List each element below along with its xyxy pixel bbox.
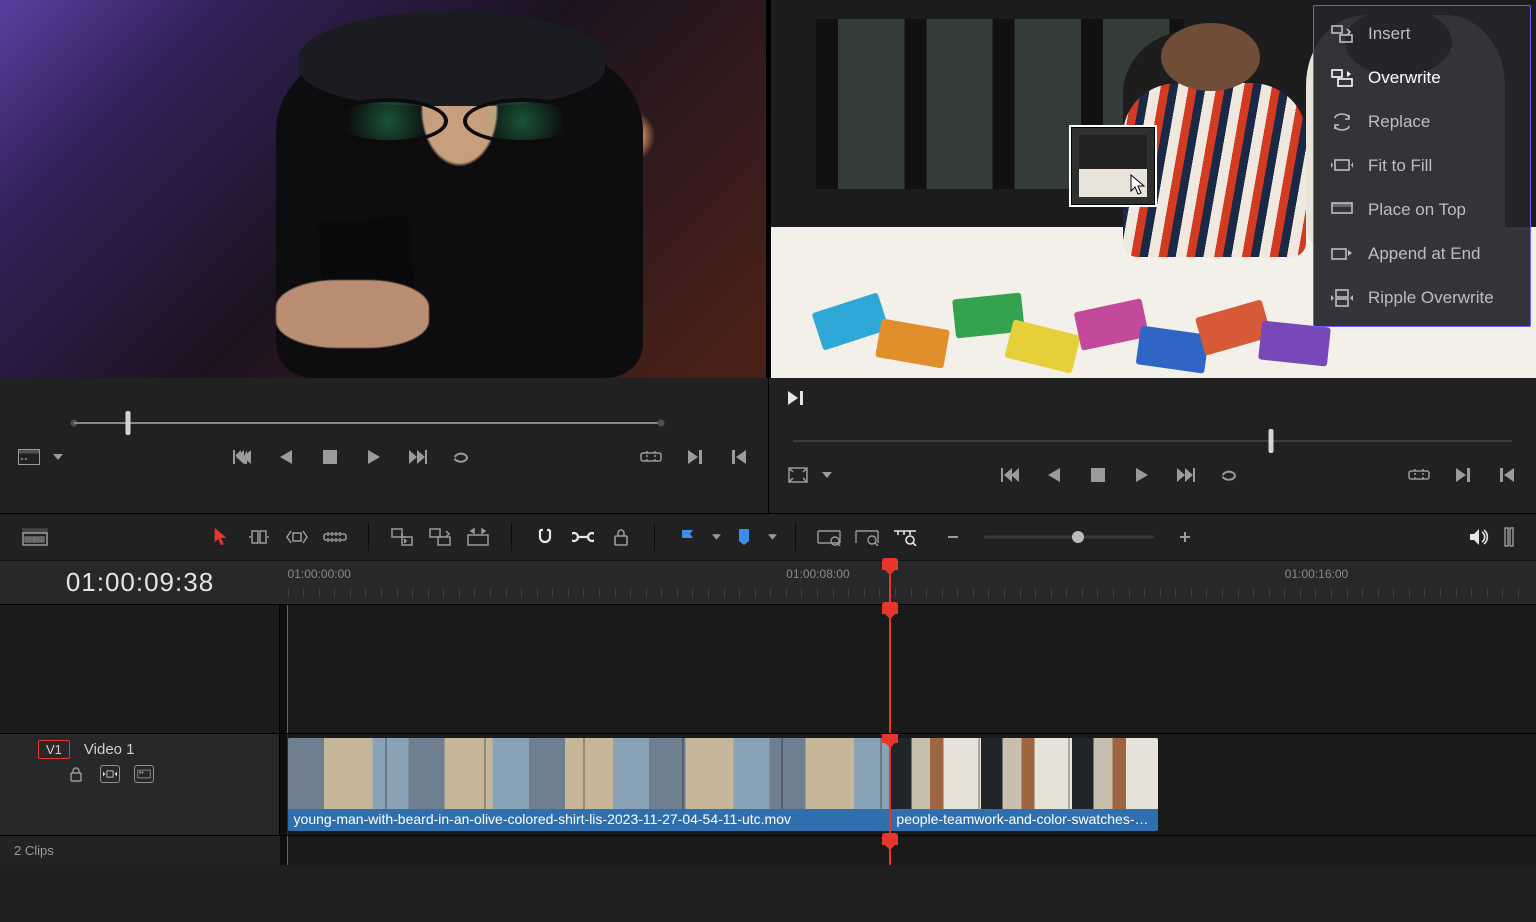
edit-menu-place-on-top[interactable]: Place on Top <box>1314 188 1530 232</box>
ripple-overwrite-icon <box>1330 288 1354 308</box>
source-viewer[interactable] <box>0 0 766 378</box>
match-frame-button[interactable] <box>1408 464 1430 486</box>
step-back-button[interactable] <box>1043 464 1065 486</box>
go-to-end-button[interactable] <box>785 387 807 409</box>
ruler-tick: 01:00:00:00 <box>288 567 351 581</box>
custom-zoom-button[interactable] <box>890 522 920 552</box>
clip-count-label: 2 Clips <box>0 835 280 865</box>
zoom-in-button[interactable] <box>1170 522 1200 552</box>
program-viewer[interactable]: InsertOverwriteReplaceFit to FillPlace o… <box>771 0 1536 378</box>
edit-menu-append-at-end[interactable]: Append at End <box>1314 232 1530 276</box>
edit-menu-insert[interactable]: Insert <box>1314 12 1530 56</box>
edit-menu-ripple-overwrite[interactable]: Ripple Overwrite <box>1314 276 1530 320</box>
viewer-mode-button[interactable] <box>18 446 40 468</box>
position-lock-button[interactable] <box>606 522 636 552</box>
track-display-button[interactable] <box>134 765 154 783</box>
track-name-label: Video 1 <box>84 741 135 758</box>
full-extent-zoom-button[interactable] <box>814 522 844 552</box>
prev-edit-button[interactable] <box>728 446 750 468</box>
blade-tool-button[interactable] <box>320 522 350 552</box>
play-button[interactable] <box>1131 464 1153 486</box>
timeline-clip[interactable]: people-teamwork-and-color-swatches-o... <box>890 738 1158 831</box>
snapping-button[interactable] <box>530 522 560 552</box>
ruler-tick: 01:00:16:00 <box>1285 567 1348 581</box>
stop-button[interactable] <box>1087 464 1109 486</box>
timeline-ruler[interactable]: 01:00:00:00 01:00:08:00 01:00:16:00 <box>280 561 1536 604</box>
source-transport <box>0 378 768 513</box>
ruler-tick: 01:00:08:00 <box>786 567 849 581</box>
lock-track-button[interactable] <box>66 765 86 783</box>
place-on-top-icon <box>1330 200 1354 220</box>
replace-clip-button[interactable] <box>463 522 493 552</box>
append-at-end-icon <box>1330 244 1354 264</box>
insert-icon <box>1330 24 1354 44</box>
safe-area-button[interactable] <box>787 464 809 486</box>
mute-button[interactable] <box>1464 522 1494 552</box>
last-frame-button[interactable] <box>407 446 429 468</box>
source-jog-bar[interactable] <box>24 410 744 436</box>
insert-clip-button[interactable] <box>387 522 417 552</box>
first-frame-button[interactable] <box>999 464 1021 486</box>
cursor-icon <box>1130 174 1146 196</box>
track-header-v1[interactable]: V1 Video 1 <box>0 734 280 835</box>
flag-button[interactable] <box>673 522 703 552</box>
timeline-clip[interactable]: young-man-with-beard-in-an-olive-colored… <box>288 738 891 831</box>
fit-to-fill-icon <box>1330 156 1354 176</box>
dynamic-trim-button[interactable] <box>282 522 312 552</box>
last-frame-button[interactable] <box>1175 464 1197 486</box>
prev-edit-button[interactable] <box>1496 464 1518 486</box>
marker-button[interactable] <box>729 522 759 552</box>
edit-menu-replace[interactable]: Replace <box>1314 100 1530 144</box>
dim-button[interactable] <box>1502 522 1516 552</box>
playhead[interactable] <box>889 561 891 604</box>
zoom-out-button[interactable] <box>938 522 968 552</box>
trim-tool-button[interactable] <box>244 522 274 552</box>
edit-menu-fit-to-fill[interactable]: Fit to Fill <box>1314 144 1530 188</box>
zoom-slider[interactable] <box>984 527 1154 547</box>
track-index-badge[interactable]: V1 <box>38 740 70 759</box>
program-transport <box>768 378 1536 513</box>
linked-selection-button[interactable] <box>568 522 598 552</box>
chevron-down-icon[interactable] <box>711 526 721 548</box>
chevron-down-icon[interactable] <box>821 464 833 486</box>
detail-zoom-button[interactable] <box>852 522 882 552</box>
replace-icon <box>1330 112 1354 132</box>
timeline-timecode[interactable]: 01:00:09:38 <box>0 561 280 604</box>
stop-button[interactable] <box>319 446 341 468</box>
edit-menu-overwrite[interactable]: Overwrite <box>1314 56 1530 100</box>
play-button[interactable] <box>363 446 385 468</box>
overwrite-icon <box>1330 68 1354 88</box>
track-body-v1[interactable]: young-man-with-beard-in-an-olive-colored… <box>280 734 1536 835</box>
clip-thumbnails <box>890 738 1158 809</box>
first-frame-button[interactable] <box>231 446 253 468</box>
selection-tool-button[interactable] <box>206 522 236 552</box>
match-frame-button[interactable] <box>640 446 662 468</box>
clip-thumbnails <box>288 738 891 809</box>
program-jog-bar[interactable] <box>793 428 1513 454</box>
chevron-down-icon[interactable] <box>767 526 777 548</box>
next-edit-button[interactable] <box>684 446 706 468</box>
timeline-toolbar <box>0 513 1536 561</box>
chevron-down-icon[interactable] <box>52 446 64 468</box>
clip-name-label: young-man-with-beard-in-an-olive-colored… <box>288 809 891 831</box>
auto-select-button[interactable] <box>100 765 120 783</box>
loop-button[interactable] <box>451 446 473 468</box>
clip-name-label: people-teamwork-and-color-swatches-o... <box>890 809 1158 831</box>
edit-overlay-menu: InsertOverwriteReplaceFit to FillPlace o… <box>1313 5 1531 327</box>
next-edit-button[interactable] <box>1452 464 1474 486</box>
step-back-button[interactable] <box>275 446 297 468</box>
overwrite-clip-button[interactable] <box>425 522 455 552</box>
timeline-view-options-button[interactable] <box>20 522 50 552</box>
loop-button[interactable] <box>1219 464 1241 486</box>
